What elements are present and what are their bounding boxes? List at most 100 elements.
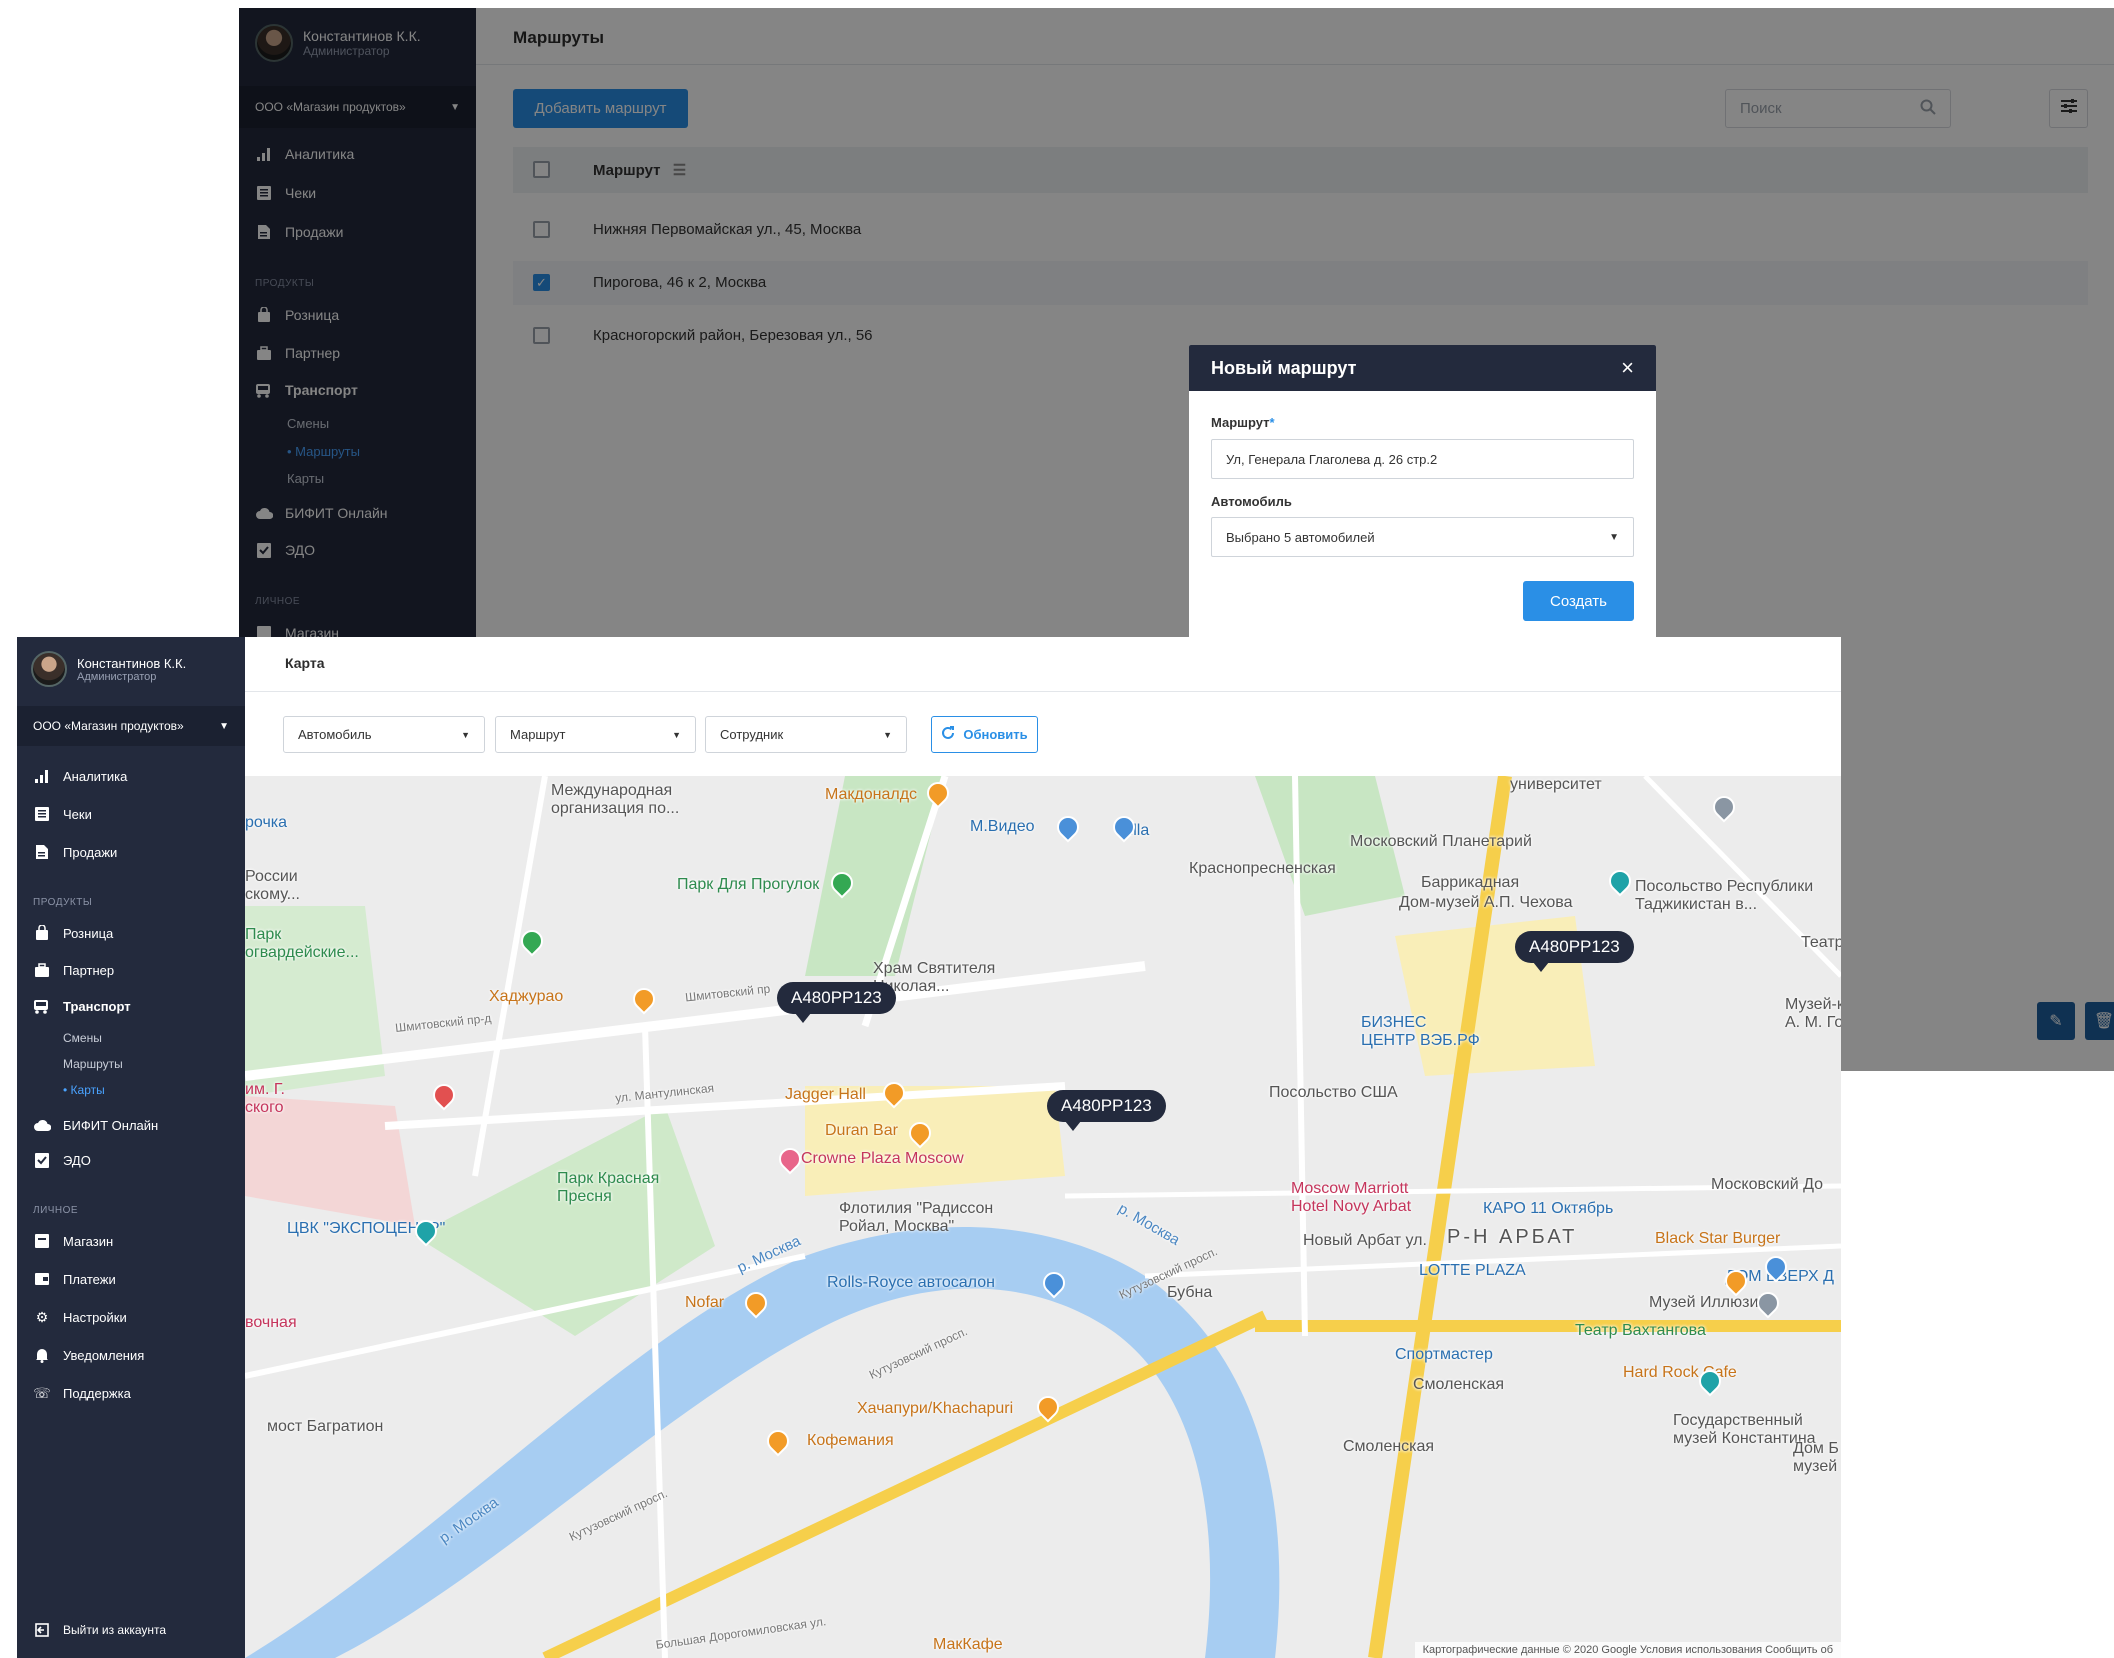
nav-edo[interactable]: ЭДО: [33, 1151, 91, 1169]
nav-sales[interactable]: Продажи: [33, 843, 117, 861]
map-label: Краснопресненская: [1189, 860, 1336, 877]
car-field-label: Автомобиль: [1211, 494, 1292, 509]
nav-partner[interactable]: Партнер: [33, 961, 114, 979]
nav-receipts[interactable]: Чеки: [33, 805, 92, 823]
map-window: Константинов К.К. Администратор ООО «Маг…: [17, 637, 1841, 1658]
map-label: Crowne Plaza Moscow: [801, 1150, 964, 1167]
map-label: Баррикадная: [1421, 874, 1520, 891]
map-label: Музей Иллюзий: [1649, 1294, 1768, 1311]
filter-label: Сотрудник: [720, 727, 784, 742]
map-label: Кофемания: [807, 1432, 894, 1449]
label-text: Маршрут: [1211, 415, 1270, 430]
route-filter-select[interactable]: Маршрут ▼: [495, 716, 696, 753]
shopping-bag-icon: [33, 924, 51, 942]
refresh-label: Обновить: [963, 727, 1028, 742]
car-filter-select[interactable]: Автомобиль ▼: [283, 716, 485, 753]
map-label: Nofar: [685, 1294, 725, 1311]
map-label: Флотилия "Радиссон Ройал, Москва": [839, 1200, 994, 1235]
logout-button[interactable]: Выйти из аккаунта: [33, 1621, 166, 1639]
vehicle-marker[interactable]: А480РР123: [777, 982, 896, 1023]
caret-down-icon: ▼: [1609, 531, 1619, 543]
map-label: мост Багратион: [267, 1418, 384, 1435]
nav-label: Уведомления: [63, 1347, 145, 1363]
map-label: Moscow Marriott Hotel Novy Arbat: [1291, 1180, 1412, 1215]
page-title: Карта: [285, 655, 325, 671]
map-label: Новый Арбат ул.: [1303, 1232, 1427, 1249]
nav-store[interactable]: Магазин: [33, 1232, 113, 1250]
nav-label: Аналитика: [63, 768, 128, 784]
caret-down-icon: ▼: [672, 729, 681, 740]
nav-bifit-online[interactable]: БИФИТ Онлайн: [33, 1116, 158, 1134]
modal-title: Новый маршрут: [1211, 357, 1357, 378]
map-label: Посольство США: [1269, 1084, 1398, 1101]
map-label: КАРО 11 Октябрь: [1483, 1200, 1614, 1217]
nav-label: Розница: [63, 925, 114, 941]
map-canvas[interactable]: Международная организация по... Макдоналд…: [245, 776, 1841, 1658]
phone-icon: ☏: [33, 1384, 51, 1401]
caret-down-icon: ▼: [219, 720, 229, 732]
filter-label: Автомобиль: [298, 727, 372, 742]
map-label: им. Г. ского: [245, 1081, 285, 1116]
map-label: России скому...: [245, 868, 300, 903]
map-label: Московский До: [1711, 1176, 1824, 1193]
section-products: ПРОДУКТЫ: [33, 897, 93, 908]
section-personal: ЛИЧНОЕ: [33, 1205, 79, 1216]
required-mark: *: [1269, 415, 1275, 430]
map-label: Black Star Burger: [1655, 1230, 1781, 1247]
map-main: Карта Автомобиль ▼ Маршрут ▼ Сотрудник ▼…: [245, 637, 1841, 1658]
nav-support[interactable]: ☏ Поддержка: [33, 1384, 131, 1402]
gear-icon: ⚙: [35, 1308, 49, 1325]
nav-retail[interactable]: Розница: [33, 924, 113, 942]
nav-transport[interactable]: Транспорт: [33, 997, 131, 1015]
nav-analytics[interactable]: Аналитика: [33, 767, 127, 785]
route-input[interactable]: Ул, Генерала Глаголева д. 26 стр.2: [1211, 439, 1634, 479]
map-label: Хачапури/Khachapuri: [857, 1400, 1014, 1417]
map-label: Посольство Республики Таджикистан в...: [1635, 878, 1814, 913]
nav-payments[interactable]: Платежи: [33, 1270, 116, 1288]
close-icon[interactable]: ×: [1621, 355, 1634, 381]
nav-notifications[interactable]: Уведомления: [33, 1346, 144, 1364]
nav-label: БИФИТ Онлайн: [63, 1117, 159, 1133]
nav-label: Транспорт: [63, 998, 131, 1014]
map-label: Парк Для Прогулок: [677, 876, 820, 893]
car-select[interactable]: Выбрано 5 автомобилей ▼: [1211, 517, 1634, 557]
document-icon: [33, 843, 51, 861]
org-selector[interactable]: ООО «Магазин продуктов» ▼: [17, 706, 245, 746]
map-label: Театр Вахтангова: [1575, 1322, 1706, 1339]
map-label: вочная: [245, 1314, 297, 1331]
map-label: Театр: [1801, 934, 1841, 951]
map-label: Парк Красная Пресня: [557, 1170, 660, 1205]
bar-chart-icon: [33, 767, 51, 785]
refresh-icon: [941, 726, 955, 743]
briefcase-icon: [33, 961, 51, 979]
map-label: Дом-музей А.П. Чехова: [1399, 894, 1573, 911]
clipboard-check-icon: [33, 1151, 51, 1169]
refresh-button[interactable]: Обновить: [931, 716, 1038, 753]
subnav-routes[interactable]: Маршруты: [63, 1057, 123, 1071]
map-label: Спортмастер: [1395, 1346, 1493, 1363]
modal-header: Новый маршрут ×: [1189, 345, 1656, 391]
header-divider: [245, 691, 1841, 692]
user-profile[interactable]: Константинов К.К. Администратор: [31, 651, 186, 687]
map-label: Парк огвардейские...: [245, 926, 359, 961]
map-label: М.Видео: [970, 818, 1035, 835]
nav-label: ЭДО: [63, 1152, 91, 1168]
receipt-icon: [33, 805, 51, 823]
map-label: Duran Bar: [825, 1122, 898, 1139]
store-icon: [33, 1232, 51, 1250]
car-select-value: Выбрано 5 автомобилей: [1226, 529, 1375, 545]
map-label: Jagger Hall: [785, 1086, 866, 1103]
nav-label: Чеки: [63, 806, 92, 822]
subnav-shifts[interactable]: Смены: [63, 1031, 102, 1045]
employee-filter-select[interactable]: Сотрудник ▼: [705, 716, 907, 753]
map-label: Бубна: [1167, 1284, 1213, 1301]
nav-label: Настройки: [63, 1309, 127, 1325]
subnav-maps[interactable]: • Карты: [63, 1083, 105, 1097]
filter-label: Маршрут: [510, 727, 566, 742]
nav-settings[interactable]: ⚙ Настройки: [33, 1308, 127, 1326]
user-name: Константинов К.К.: [77, 655, 187, 671]
vehicle-marker[interactable]: А480РР123: [1047, 1090, 1166, 1131]
create-button[interactable]: Создать: [1523, 581, 1634, 621]
avatar: [31, 651, 67, 687]
vehicle-marker[interactable]: А480РР123: [1515, 931, 1634, 972]
